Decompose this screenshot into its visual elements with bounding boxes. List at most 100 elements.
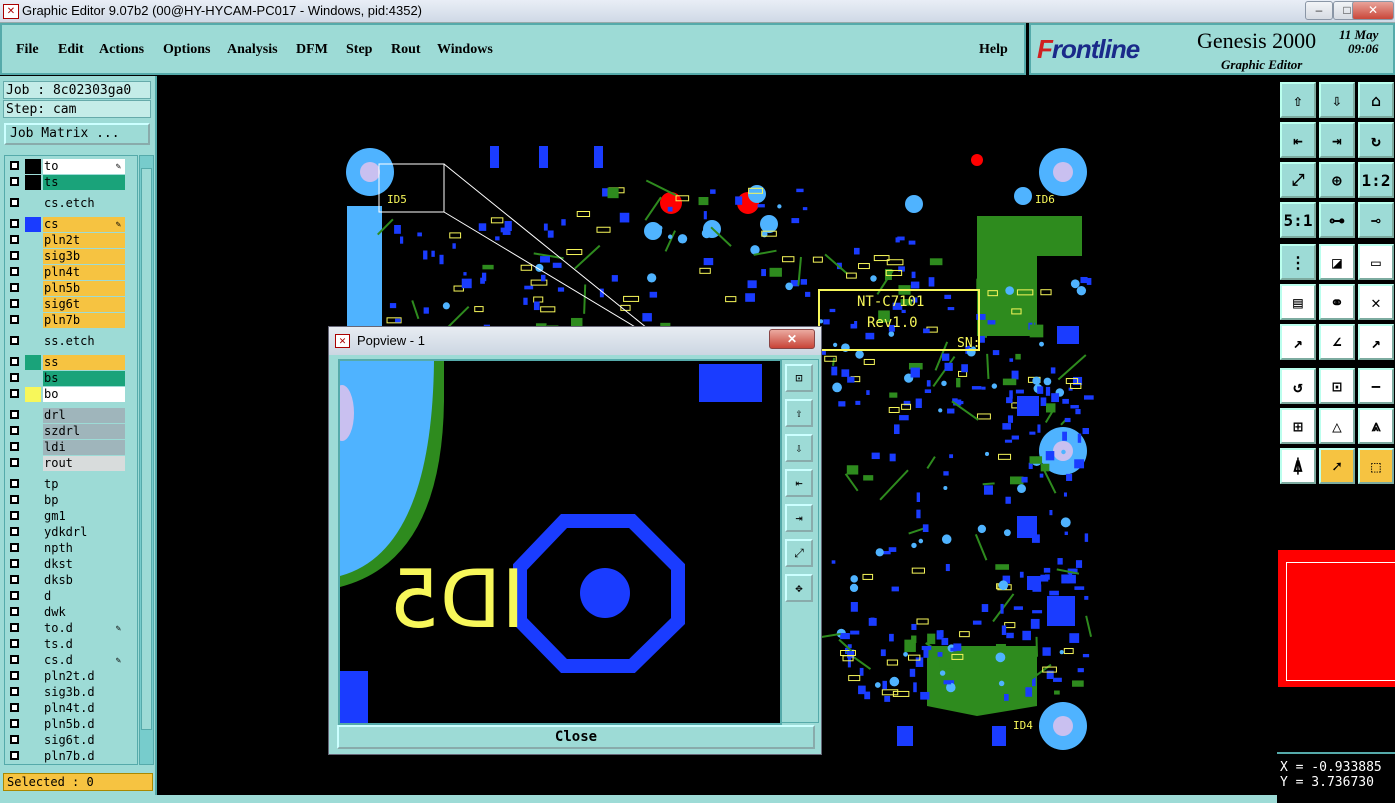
layer-name[interactable]: ts — [43, 175, 125, 190]
layer-name[interactable]: bs — [43, 371, 125, 386]
popview-close-button[interactable]: Close — [337, 725, 815, 749]
layer-row[interactable]: sig3b — [7, 249, 135, 264]
layer-row[interactable]: pln5b.d — [7, 717, 135, 732]
minus-icon[interactable]: − — [1358, 368, 1394, 404]
popview-title-bar[interactable]: ✕ Popview - 1 ✕ — [329, 327, 821, 355]
layer-name[interactable]: to.d ✎ — [43, 621, 125, 636]
layer-name[interactable]: sig6t — [43, 297, 125, 312]
layer-row[interactable]: bs — [7, 371, 135, 386]
close-window-button[interactable]: ✕ — [1352, 1, 1394, 20]
layer-name[interactable]: cs ✎ — [43, 217, 125, 232]
layer-name[interactable]: sig3b — [43, 249, 125, 264]
arc-icon[interactable]: ↗ — [1358, 324, 1394, 360]
layer-row[interactable]: drl — [7, 408, 135, 423]
layer-name[interactable]: pln7b — [43, 313, 125, 328]
layer-row[interactable]: ydkdrl — [7, 525, 135, 540]
layer-name[interactable]: cs.d ✎ — [43, 653, 125, 668]
layer-name[interactable]: npth — [43, 541, 125, 556]
layer-checkbox[interactable] — [10, 591, 19, 600]
layer-name[interactable]: tp — [43, 477, 125, 492]
layer-row[interactable]: pln7b — [7, 313, 135, 328]
resize-icon[interactable]: ⊞ — [1280, 408, 1316, 444]
layer-row[interactable]: gm1 — [7, 509, 135, 524]
layer-row[interactable]: ss.etch — [7, 334, 135, 349]
layer-row[interactable]: npth — [7, 541, 135, 556]
popview-close-x-button[interactable]: ✕ — [769, 329, 815, 349]
connect-icon[interactable]: ⚭ — [1319, 284, 1355, 320]
layer-name[interactable]: pln7b.d — [43, 749, 125, 764]
layer-checkbox[interactable] — [10, 527, 19, 536]
triangle-a-icon[interactable]: ⍋ — [1280, 448, 1316, 484]
layer-name[interactable]: cs.etch — [43, 196, 125, 211]
layer-name[interactable]: drl — [43, 408, 125, 423]
layer-checkbox[interactable] — [10, 235, 19, 244]
layer-checkbox[interactable] — [10, 479, 19, 488]
layer-name[interactable]: bo — [43, 387, 125, 402]
popview-left-icon[interactable]: ⇤ — [785, 469, 813, 497]
layer-row[interactable]: dwk — [7, 605, 135, 620]
layer-row[interactable]: to.d ✎ — [7, 621, 135, 636]
popview-zoom-icon[interactable]: ⤢ — [785, 539, 813, 567]
layer-name[interactable]: rout — [43, 456, 125, 471]
layer-name[interactable]: ydkdrl — [43, 525, 125, 540]
layer-name[interactable]: to ✎ — [43, 159, 125, 174]
layer-row[interactable]: cs.d ✎ — [7, 653, 135, 668]
popview-right-icon[interactable]: ⇥ — [785, 504, 813, 532]
menu-rout[interactable]: Rout — [391, 42, 421, 58]
layer-row[interactable]: ldi — [7, 440, 135, 455]
layer-row[interactable]: dkst — [7, 557, 135, 572]
popview-pan-icon[interactable]: ✥ — [785, 574, 813, 602]
layer-checkbox[interactable] — [10, 655, 19, 664]
layer-name[interactable]: pln4t.d — [43, 701, 125, 716]
layer-checkbox[interactable] — [10, 687, 19, 696]
cross-icon[interactable]: ✕ — [1358, 284, 1394, 320]
layer-checkbox[interactable] — [10, 458, 19, 467]
layer-checkbox[interactable] — [10, 426, 19, 435]
layer-row[interactable]: pln2t — [7, 233, 135, 248]
menu-dfm[interactable]: DFM — [296, 42, 328, 58]
layer-checkbox[interactable] — [10, 251, 19, 260]
layer-name[interactable]: pln5b — [43, 281, 125, 296]
popview-fit-icon[interactable]: ⊡ — [785, 364, 813, 392]
menu-help[interactable]: Help — [979, 42, 1008, 58]
layer-row[interactable]: pln4t — [7, 265, 135, 280]
layer-name[interactable]: dwk — [43, 605, 125, 620]
layer-checkbox[interactable] — [10, 559, 19, 568]
menu-options[interactable]: Options — [163, 42, 210, 58]
triangle-icon[interactable]: △ — [1319, 408, 1355, 444]
minimize-button[interactable]: – — [1305, 1, 1333, 20]
layer-name[interactable]: dkst — [43, 557, 125, 572]
layer-name[interactable]: szdrl — [43, 424, 125, 439]
layer-name[interactable]: ldi — [43, 440, 125, 455]
home-icon[interactable]: ⌂ — [1358, 82, 1394, 118]
layer-row[interactable]: ts — [7, 175, 135, 190]
layer-row[interactable]: to ✎ — [7, 159, 135, 174]
layer-scrollbar[interactable] — [139, 155, 154, 765]
menu-windows[interactable]: Windows — [437, 42, 493, 58]
layer-checkbox[interactable] — [10, 336, 19, 345]
one-to-one-icon[interactable]: 1:2 — [1358, 162, 1394, 198]
menu-step[interactable]: Step — [346, 42, 372, 58]
layer-checkbox[interactable] — [10, 511, 19, 520]
layer-row[interactable]: pln7b.d — [7, 749, 135, 764]
snap-icon[interactable]: ⊸ — [1358, 202, 1394, 238]
layer-checkbox[interactable] — [10, 543, 19, 552]
pointer-box-icon[interactable]: ⬚ — [1358, 448, 1394, 484]
popview-canvas[interactable]: ID5 — [338, 359, 782, 725]
layer-row[interactable]: bo — [7, 387, 135, 402]
layer-checkbox[interactable] — [10, 751, 19, 760]
layer-checkbox[interactable] — [10, 671, 19, 680]
layer-checkbox[interactable] — [10, 719, 19, 728]
layer-row[interactable]: cs ✎ — [7, 217, 135, 232]
layer-checkbox[interactable] — [10, 267, 19, 276]
layer-row[interactable]: bp — [7, 493, 135, 508]
layer-name[interactable]: pln2t.d — [43, 669, 125, 684]
layer-checkbox[interactable] — [10, 315, 19, 324]
layer-row[interactable]: ts.d — [7, 637, 135, 652]
pan-right-icon[interactable]: ⇥ — [1319, 122, 1355, 158]
layer-checkbox[interactable] — [10, 623, 19, 632]
zoom-icon[interactable]: ⊕ — [1319, 162, 1355, 198]
layer-name[interactable]: pln4t — [43, 265, 125, 280]
layer-name[interactable]: dksb — [43, 573, 125, 588]
layer-row[interactable]: dksb — [7, 573, 135, 588]
